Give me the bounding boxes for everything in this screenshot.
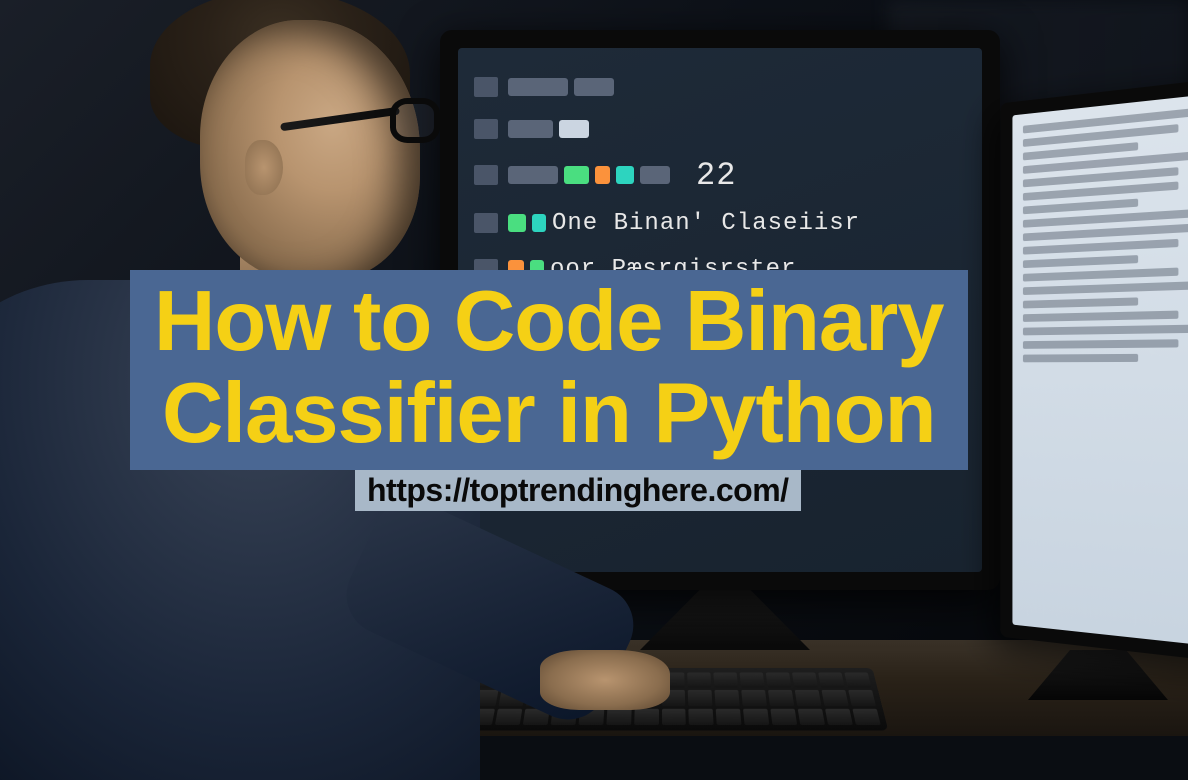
code-text-line-1: One Binan' Claseiisr xyxy=(552,210,860,237)
code-number-text: 22 xyxy=(696,157,736,194)
secondary-monitor xyxy=(1000,75,1188,665)
url-text: https://toptrendinghere.com/ xyxy=(367,472,789,508)
title-line-1: How to Code Binary xyxy=(154,276,944,368)
url-banner: https://toptrendinghere.com/ xyxy=(355,470,801,511)
title-line-2: Classifier in Python xyxy=(154,368,944,460)
monitor-stand xyxy=(640,590,810,650)
title-banner: How to Code Binary Classifier in Python xyxy=(130,270,968,470)
secondary-monitor-screen xyxy=(1012,92,1188,649)
thumbnail-scene: 22 One Binan' Claseiisr oor Pæsrgisrster xyxy=(0,0,1188,736)
